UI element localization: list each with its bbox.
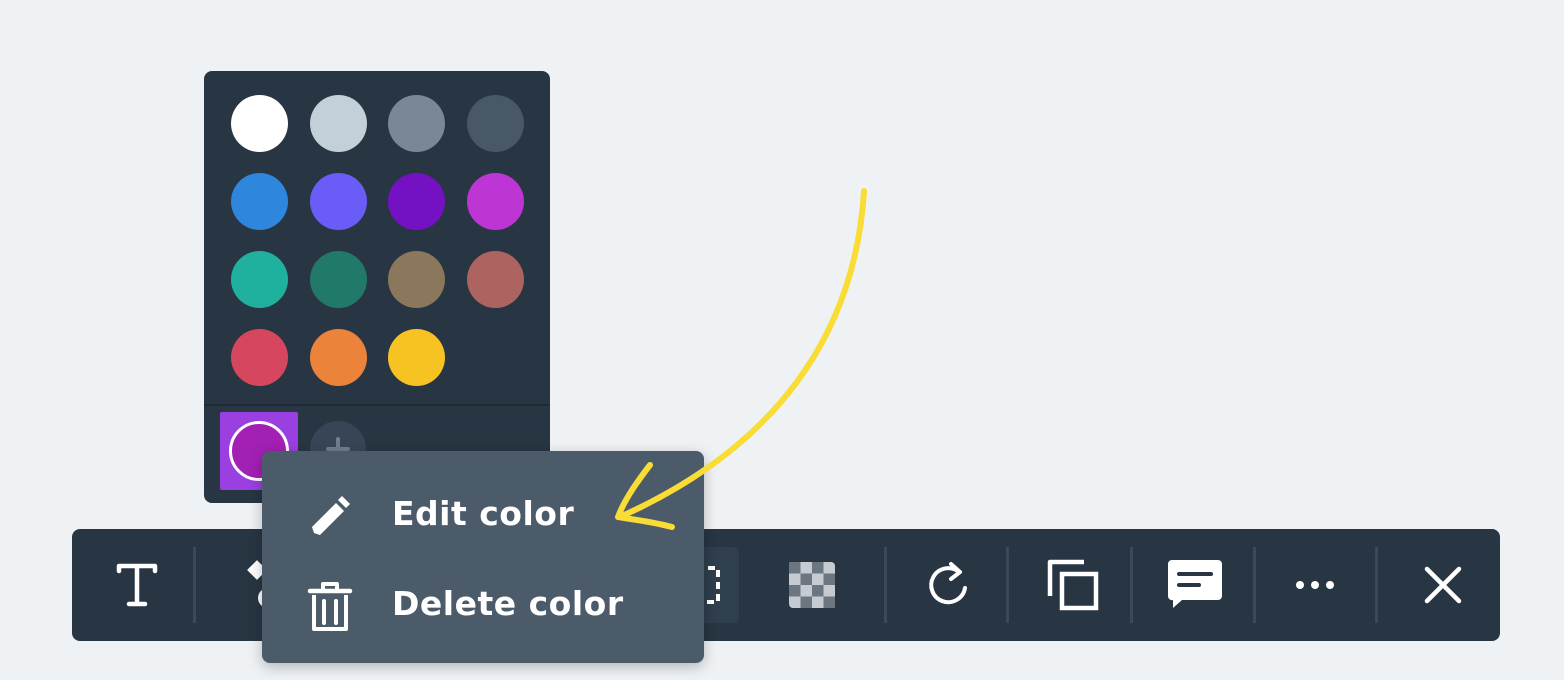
delete-color-menu-item[interactable]: Delete color bbox=[262, 561, 704, 647]
pencil-icon bbox=[312, 496, 350, 535]
comment-button[interactable] bbox=[1157, 547, 1233, 623]
color-swatch[interactable] bbox=[309, 329, 367, 386]
duplicate-icon bbox=[1047, 559, 1099, 611]
toolbar-divider bbox=[193, 547, 196, 623]
toolbar-divider bbox=[1253, 547, 1256, 623]
more-options-button[interactable] bbox=[1277, 547, 1353, 623]
edit-color-label: Edit color bbox=[392, 494, 575, 533]
color-swatch[interactable] bbox=[388, 329, 445, 386]
text-tool-button[interactable] bbox=[99, 547, 175, 623]
color-swatch[interactable] bbox=[309, 95, 367, 152]
toolbar-divider bbox=[1006, 547, 1009, 623]
comment-icon bbox=[1167, 560, 1222, 608]
color-swatch[interactable] bbox=[388, 173, 445, 230]
delete-color-label: Delete color bbox=[392, 584, 624, 623]
color-swatch[interactable] bbox=[231, 173, 288, 230]
color-swatch[interactable] bbox=[309, 173, 367, 230]
canvas: Edit color Delete color bbox=[0, 0, 1564, 680]
color-swatch[interactable] bbox=[466, 173, 524, 230]
opacity-icon bbox=[789, 562, 835, 608]
swatch-context-menu: Edit color Delete color bbox=[262, 451, 704, 663]
toolbar-divider bbox=[884, 547, 887, 623]
color-swatch[interactable] bbox=[231, 251, 288, 308]
color-swatch[interactable] bbox=[309, 251, 367, 308]
color-palette-popover bbox=[204, 71, 550, 503]
color-swatch[interactable] bbox=[388, 251, 445, 308]
color-swatch[interactable] bbox=[466, 95, 524, 152]
edit-color-menu-item[interactable]: Edit color bbox=[262, 471, 704, 557]
trash-icon bbox=[307, 582, 353, 631]
duplicate-button[interactable] bbox=[1035, 547, 1111, 623]
toolbar-divider bbox=[1375, 547, 1378, 623]
text-icon bbox=[116, 563, 158, 607]
close-icon bbox=[1424, 566, 1462, 604]
color-swatch[interactable] bbox=[466, 251, 524, 308]
rotate-button[interactable] bbox=[910, 547, 986, 623]
color-swatch[interactable] bbox=[231, 95, 288, 152]
color-swatch[interactable] bbox=[388, 95, 445, 152]
close-toolbar-button[interactable] bbox=[1405, 547, 1481, 623]
rotate-icon bbox=[929, 562, 967, 605]
toolbar-divider bbox=[1130, 547, 1133, 623]
opacity-button[interactable] bbox=[774, 547, 850, 623]
palette-divider bbox=[204, 404, 550, 406]
color-swatch[interactable] bbox=[231, 329, 288, 386]
more-icon bbox=[1296, 581, 1334, 589]
